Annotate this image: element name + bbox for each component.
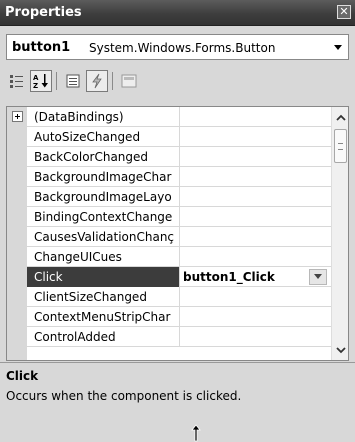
grid-row[interactable]: BackColorChanged [7,147,332,167]
property-name: ChangeUICues [34,250,122,264]
properties-button[interactable] [62,70,84,92]
column-divider [179,127,180,147]
close-button[interactable]: ✕ [337,5,351,19]
events-button[interactable] [86,70,108,92]
column-divider [179,247,180,267]
column-divider [179,187,180,207]
grid-row[interactable]: ClientSizeChanged [7,287,332,307]
property-name: BackgroundImageLayo [34,190,172,204]
description-pane: Click Occurs when the component is click… [0,362,355,442]
svg-text:Z: Z [33,82,38,90]
column-divider [179,227,180,247]
grid-row[interactable]: BindingContextChange [7,207,332,227]
column-divider [179,267,180,287]
property-name: BackgroundImageChar [34,170,172,184]
grid-row[interactable]: CausesValidationChanç [7,227,332,247]
column-divider [179,327,180,347]
column-divider [179,107,180,127]
scroll-up-button[interactable] [333,110,348,125]
property-grid: (DataBindings) AutoSizeChanged BackColor… [6,106,349,361]
grid-row[interactable]: ControlAdded [7,327,332,347]
chevron-down-icon [334,45,342,50]
properties-toolbar: A Z [6,68,349,96]
grid-row[interactable]: AutoSizeChanged [7,127,332,147]
events-icon [92,73,102,89]
property-name: BindingContextChange [34,210,173,224]
grid-row[interactable]: BackgroundImageChar [7,167,332,187]
column-divider [179,167,180,187]
expand-icon[interactable] [12,111,23,122]
alphabetical-icon: A Z [33,74,48,90]
event-handler-value[interactable]: button1_Click [183,270,275,284]
svg-text:A: A [33,74,39,82]
resize-cursor-icon [191,424,201,442]
categorized-icon [10,75,23,88]
grid-row-databindings[interactable]: (DataBindings) [7,107,332,127]
property-pages-button[interactable] [118,70,140,92]
close-icon: ✕ [339,5,349,18]
property-name: ControlAdded [34,330,116,344]
selected-object-name: button1 [12,40,71,55]
handler-dropdown-button[interactable] [309,269,327,285]
chevron-up-icon [335,114,346,121]
property-name: ClientSizeChanged [34,290,147,304]
column-divider [179,287,180,307]
scroll-down-button[interactable] [333,342,348,357]
column-divider [179,207,180,227]
grid-row[interactable]: ChangeUICues [7,247,332,267]
toolbar-separator [112,72,113,90]
property-name: Click [34,270,63,284]
grid-row[interactable]: ContextMenuStripChar [7,307,332,327]
selected-object-type: System.Windows.Forms.Button [89,41,276,55]
title-bar[interactable]: Properties ✕ [0,0,355,26]
column-divider [179,307,180,327]
property-name: BackColorChanged [34,150,149,164]
column-divider [179,147,180,167]
description-title: Click [6,369,39,383]
grid-row[interactable]: BackgroundImageLayo [7,187,332,207]
grid-row-click-selected[interactable]: Click button1_Click [7,267,332,287]
property-name: ContextMenuStripChar [34,310,171,324]
toolbar-separator [56,72,57,90]
properties-icon [66,74,80,88]
property-name: CausesValidationChanç [34,230,175,244]
object-selector[interactable]: button1 System.Windows.Forms.Button [6,34,349,60]
categorized-button[interactable] [6,70,28,92]
description-text: Occurs when the component is clicked. [6,389,242,403]
properties-window: Properties ✕ button1 System.Windows.Form… [0,0,355,442]
property-name: AutoSizeChanged [34,130,141,144]
property-name: (DataBindings) [34,110,124,124]
alphabetical-button[interactable]: A Z [30,70,52,92]
property-pages-icon [121,74,137,88]
chevron-down-icon [335,346,346,353]
vertical-scrollbar[interactable] [331,107,348,360]
window-title: Properties [5,5,82,20]
scrollbar-thumb[interactable] [334,129,347,163]
